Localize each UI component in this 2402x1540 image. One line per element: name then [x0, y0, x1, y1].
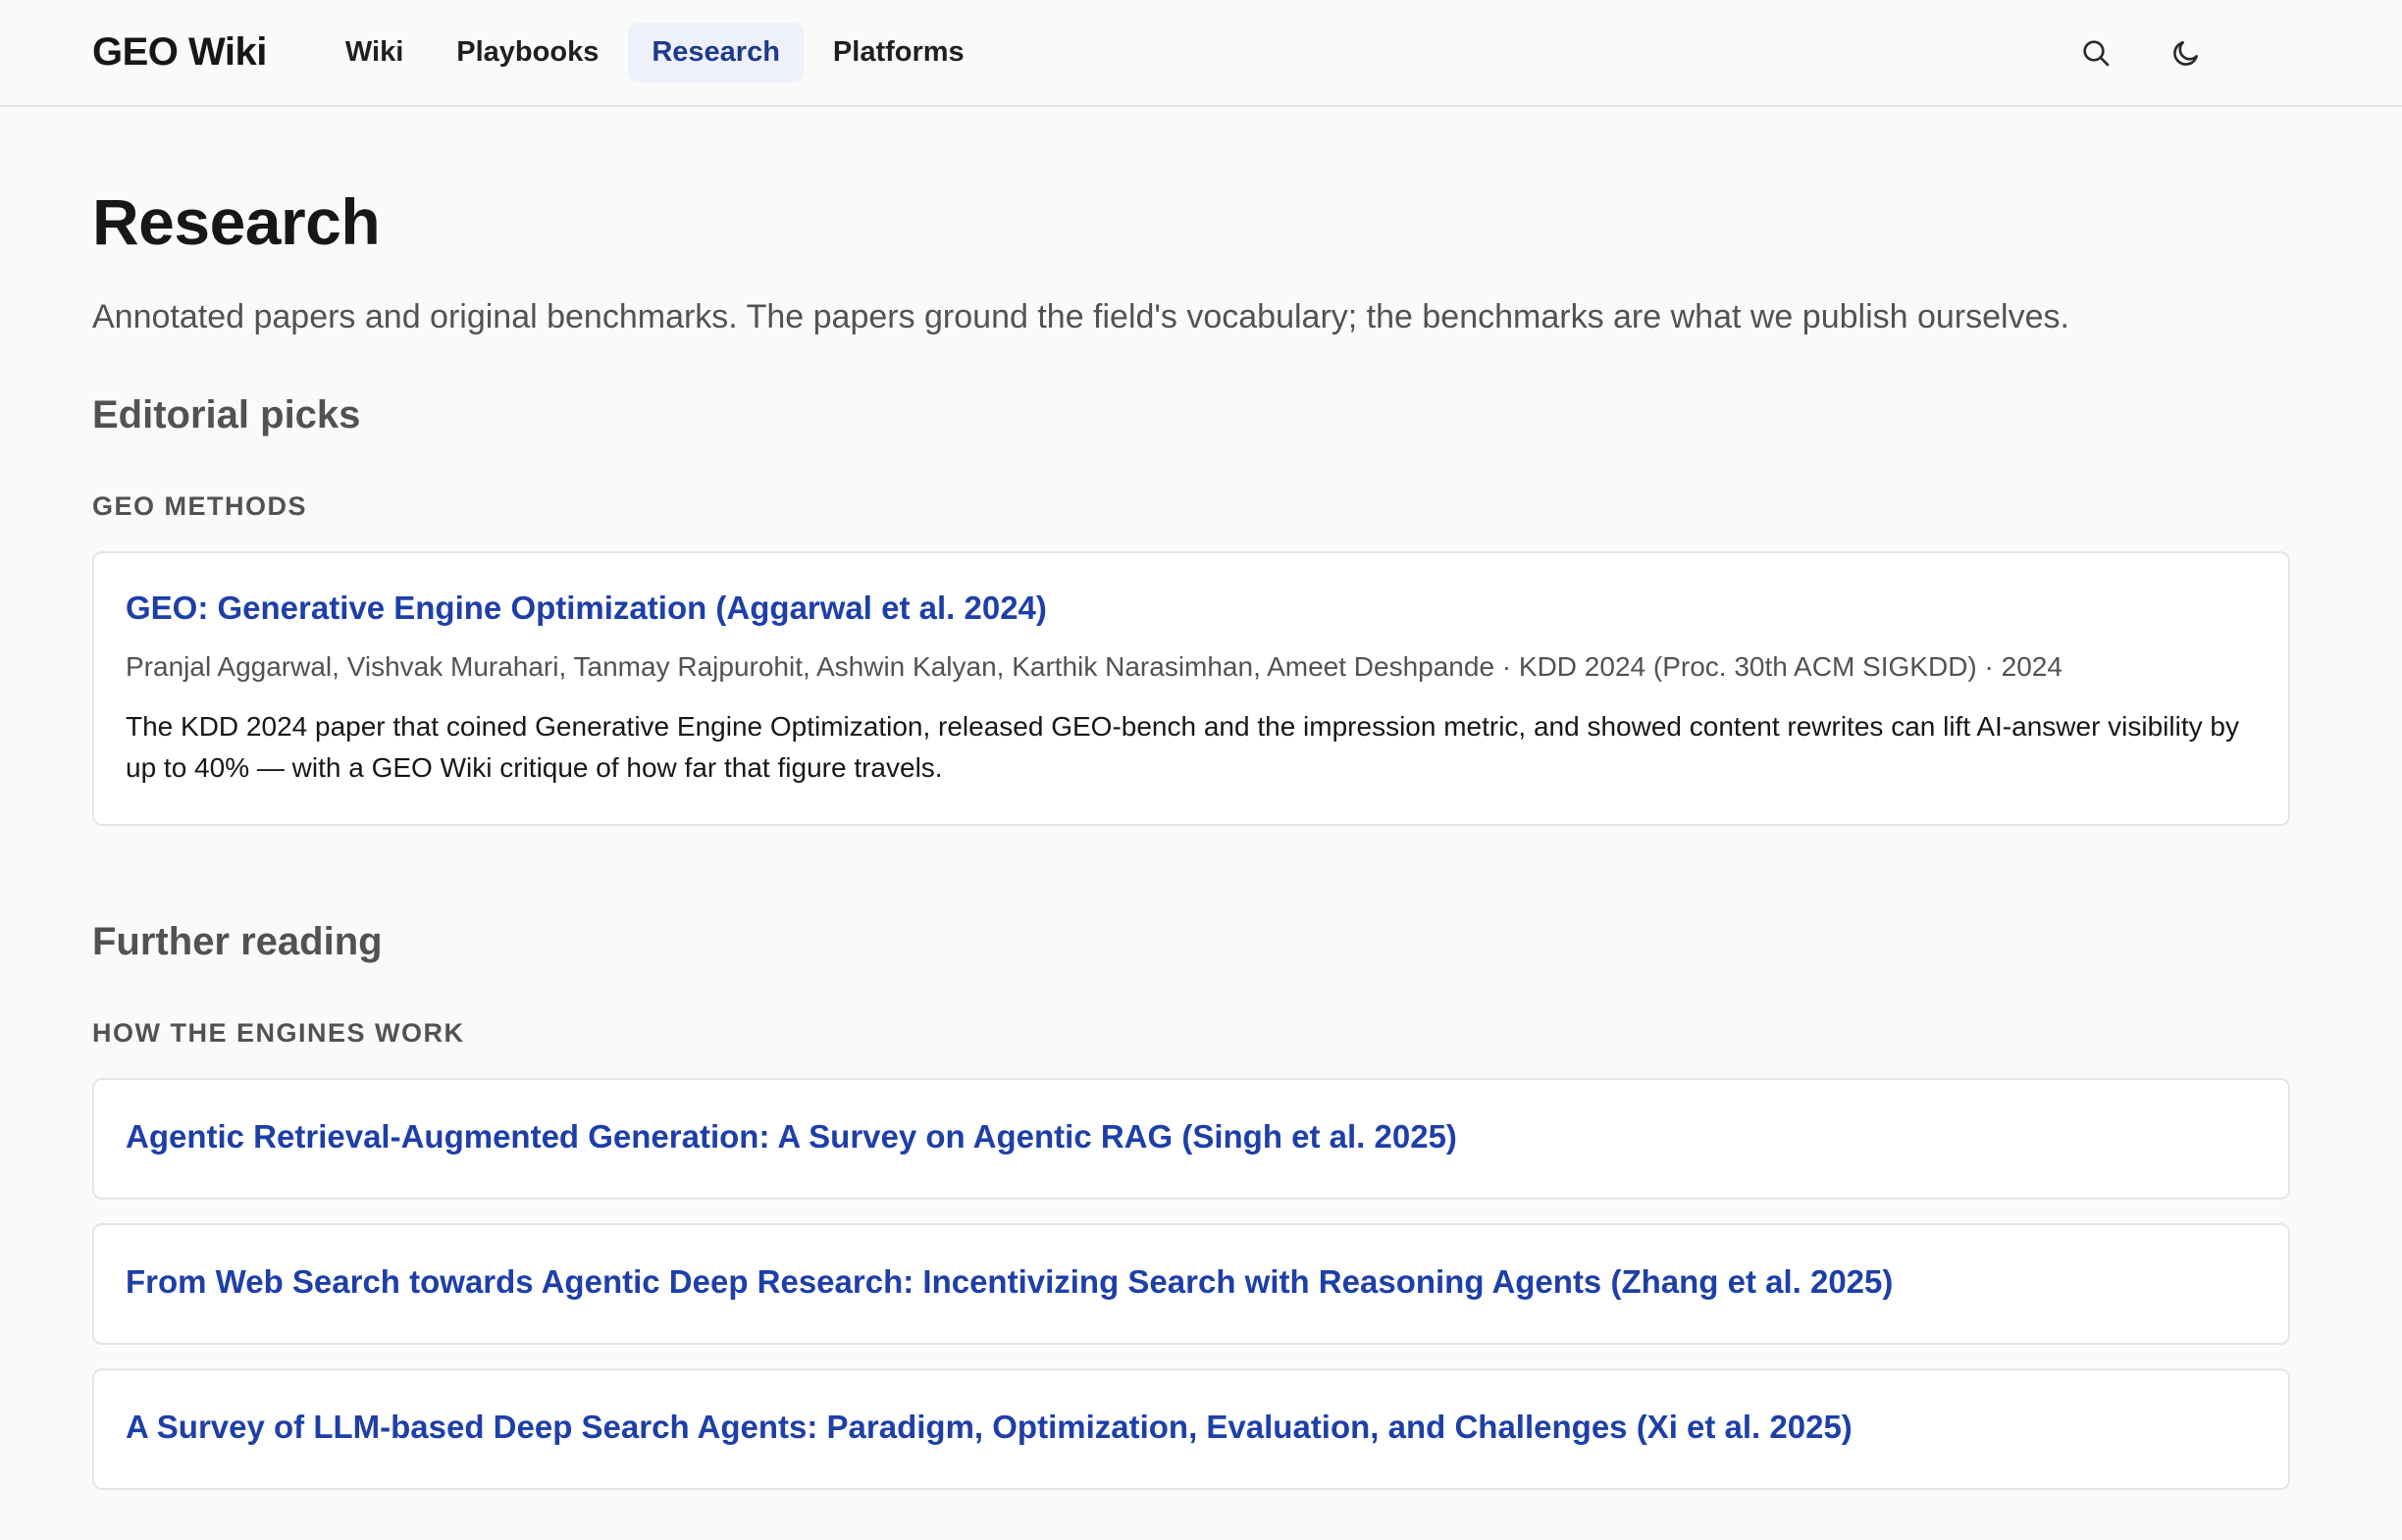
group-label-geo-methods: GEO METHODS: [92, 491, 308, 522]
site-brand[interactable]: GEO Wiki: [92, 30, 267, 75]
paper-card: Agentic Retrieval-Augmented Generation: …: [92, 1078, 2290, 1201]
header-actions: [2074, 31, 2310, 75]
main-nav: Wiki Playbooks Research Platforms: [322, 23, 988, 82]
paper-meta: Pranjal Aggarwal, Vishvak Murahari, Tanm…: [126, 650, 2063, 682]
main-content: Research Annotated papers and original b…: [0, 107, 2402, 1491]
site-header: GEO Wiki Wiki Playbooks Research Platfor…: [0, 0, 2402, 107]
paper-title-link[interactable]: From Web Search towards Agentic Deep Res…: [126, 1263, 1893, 1300]
nav-item-research[interactable]: Research: [628, 23, 804, 82]
search-button[interactable]: [2074, 31, 2117, 75]
paper-title-link[interactable]: GEO: Generative Engine Optimization (Agg…: [126, 590, 1047, 626]
section-heading-editorial: Editorial picks: [92, 393, 361, 437]
nav-item-wiki[interactable]: Wiki: [322, 23, 427, 82]
moon-icon: [2173, 40, 2198, 66]
nav-item-platforms[interactable]: Platforms: [809, 23, 988, 82]
further-reading-section: Further reading HOW THE ENGINES WORK Age…: [92, 918, 2310, 1491]
paper-description: The KDD 2024 paper that coined Generativ…: [126, 711, 2239, 784]
section-heading-further: Further reading: [92, 920, 383, 964]
paper-card: From Web Search towards Agentic Deep Res…: [92, 1223, 2290, 1346]
paper-card: A Survey of LLM-based Deep Search Agents…: [92, 1368, 2290, 1491]
paper-title-link[interactable]: Agentic Retrieval-Augmented Generation: …: [126, 1118, 1457, 1155]
page-lead: Annotated papers and original benchmarks…: [92, 298, 2069, 335]
theme-toggle-button[interactable]: [2165, 31, 2208, 75]
paper-title-link[interactable]: A Survey of LLM-based Deep Search Agents…: [126, 1409, 1853, 1445]
nav-item-playbooks[interactable]: Playbooks: [433, 23, 622, 82]
editorial-picks-section: Editorial picks GEO METHODS GEO: Generat…: [92, 391, 2310, 827]
page-title: Research: [92, 185, 381, 258]
paper-card: GEO: Generative Engine Optimization (Agg…: [92, 551, 2290, 827]
group-label-engines: HOW THE ENGINES WORK: [92, 1018, 465, 1049]
search-icon: [2083, 39, 2110, 66]
